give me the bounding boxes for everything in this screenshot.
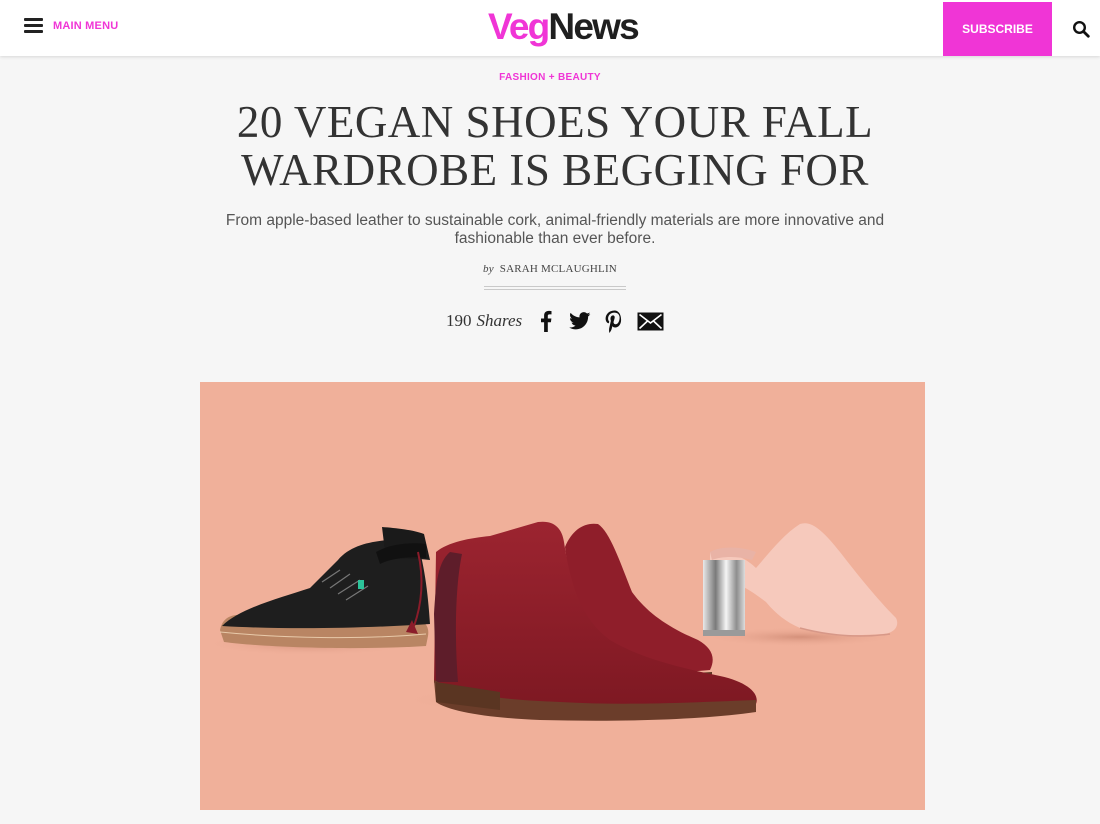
subscribe-label: SUBSCRIBE [962, 22, 1033, 36]
article-category[interactable]: FASHION + BEAUTY [0, 72, 1100, 83]
shoes-illustration [200, 521, 900, 721]
facebook-icon[interactable] [538, 310, 554, 332]
main-menu-button[interactable]: MAIN MENU [24, 18, 118, 33]
pink-heeled-mule [703, 523, 898, 637]
share-bar: 190 Shares [446, 307, 664, 335]
main-menu-label: MAIN MENU [53, 19, 119, 32]
search-icon[interactable] [1072, 20, 1090, 38]
pinterest-icon[interactable] [604, 310, 624, 333]
logo-veg: Veg [488, 6, 550, 47]
share-count: 190 [446, 311, 472, 330]
share-label: Shares [476, 311, 523, 330]
author-name[interactable]: SARAH MCLAUGHLIN [500, 263, 617, 275]
article-title: 20 VEGAN SHOES YOUR FALL WARDROBE IS BEG… [150, 98, 960, 194]
logo-news: News [548, 6, 639, 47]
byline: by SARAH MCLAUGHLIN [0, 263, 1100, 275]
black-sneaker [219, 527, 430, 649]
article-title-line-1: 20 VEGAN SHOES YOUR FALL [236, 97, 874, 147]
hamburger-menu-icon [24, 18, 43, 33]
article-subtitle: From apple-based leather to sustainable … [225, 212, 885, 247]
article-title-line-2: WARDROBE IS BEGGING FOR [241, 145, 869, 195]
subscribe-button[interactable]: SUBSCRIBE [943, 2, 1052, 56]
site-logo[interactable]: VegNews [488, 6, 640, 48]
hero-image [200, 382, 925, 810]
site-header: MAIN MENU VegNews SUBSCRIBE [0, 0, 1100, 56]
byline-divider [484, 286, 626, 290]
twitter-icon[interactable] [568, 312, 592, 330]
email-icon[interactable] [636, 312, 664, 331]
byline-prefix: by [483, 263, 494, 275]
